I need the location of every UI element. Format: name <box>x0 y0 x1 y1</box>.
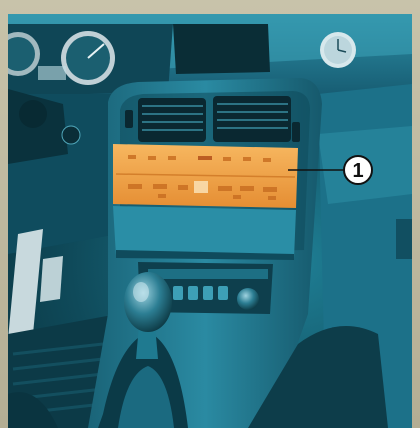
photo-frame: 1 <box>0 0 420 428</box>
highlighted-control-panel[interactable] <box>113 144 298 208</box>
callout-label: 1 <box>352 160 363 182</box>
car-interior-photo: 1 <box>8 14 412 428</box>
analog-clock <box>320 32 356 68</box>
dashboard-illustration: 1 <box>8 14 412 428</box>
ignition-switch-icon <box>61 125 81 145</box>
storage-compartment <box>113 206 296 258</box>
top-display <box>173 24 270 74</box>
